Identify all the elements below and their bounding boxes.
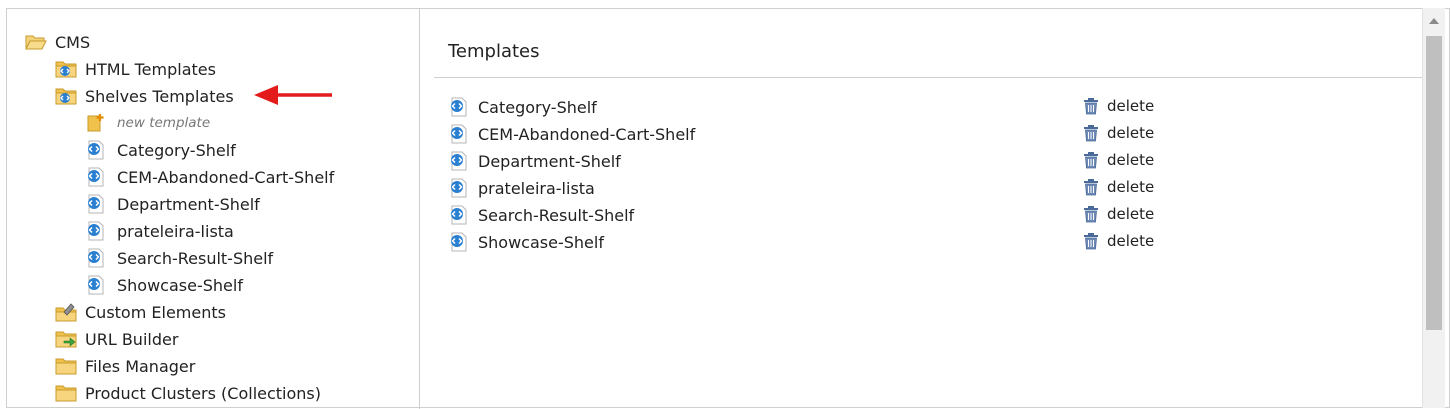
template-link[interactable]: Category-Shelf	[448, 97, 597, 117]
tree-label: Custom Elements	[85, 302, 226, 322]
template-file-icon	[85, 167, 107, 187]
template-link[interactable]: Search-Result-Shelf	[448, 205, 634, 225]
cms-tree-panel: CMS HTML Templates Shelves Templates new…	[7, 9, 420, 409]
new-template-icon	[85, 113, 107, 133]
template-file-icon	[448, 151, 470, 171]
tree-label-cms: CMS	[55, 32, 91, 52]
tree-node-custom-elements[interactable]: Custom Elements	[55, 301, 226, 323]
folder-icon	[55, 356, 77, 376]
template-row: Showcase-Shelf delete	[448, 232, 1208, 254]
delete-button[interactable]: delete	[1082, 205, 1154, 223]
delete-label: delete	[1107, 97, 1155, 115]
template-file-icon	[85, 194, 107, 214]
trash-icon	[1082, 205, 1100, 223]
tree-node-product-clusters[interactable]: Product Clusters (Collections)	[55, 382, 321, 404]
template-row: Search-Result-Shelf delete	[448, 205, 1208, 227]
tree-label-shelves-templates: Shelves Templates	[85, 86, 234, 106]
tree-node-html-templates[interactable]: HTML Templates	[55, 58, 216, 80]
tree-label-html-templates: HTML Templates	[85, 59, 216, 79]
delete-button[interactable]: delete	[1082, 124, 1154, 142]
template-link[interactable]: prateleira-lista	[448, 178, 595, 198]
template-link[interactable]: Department-Shelf	[448, 151, 621, 171]
tree-label: Files Manager	[85, 356, 196, 376]
trash-icon	[1082, 151, 1100, 169]
template-name: Category-Shelf	[478, 97, 597, 117]
tree-node-category-shelf[interactable]: Category-Shelf	[85, 139, 236, 161]
vertical-scrollbar[interactable]	[1422, 8, 1445, 408]
url-builder-folder-icon	[55, 329, 77, 349]
tree-label: prateleira-lista	[117, 221, 234, 241]
tree-label: URL Builder	[85, 329, 179, 349]
open-folder-icon	[25, 32, 47, 52]
tree-node-search-result-shelf[interactable]: Search-Result-Shelf	[85, 247, 273, 269]
tree-label-new-template: new template	[117, 115, 211, 131]
title-divider	[434, 77, 1424, 78]
delete-label: delete	[1107, 205, 1155, 223]
templates-panel: Templates Category-Shelf delete CEM-Aban…	[420, 9, 1424, 409]
template-name: Search-Result-Shelf	[478, 205, 635, 225]
template-name: Showcase-Shelf	[478, 232, 604, 252]
template-row: prateleira-lista delete	[448, 178, 1208, 200]
delete-label: delete	[1107, 124, 1155, 142]
custom-elements-folder-icon	[55, 302, 77, 322]
delete-label: delete	[1107, 151, 1155, 169]
red-arrow-annotation-icon	[254, 85, 332, 105]
template-link[interactable]: CEM-Abandoned-Cart-Shelf	[448, 124, 695, 144]
template-file-icon	[448, 178, 470, 198]
tree-label: Product Clusters (Collections)	[85, 383, 322, 403]
tree-node-url-builder[interactable]: URL Builder	[55, 328, 178, 350]
template-name: Department-Shelf	[478, 151, 621, 171]
page-title: Templates	[448, 41, 540, 62]
tree-node-new-template[interactable]: new template	[85, 112, 210, 134]
template-file-icon	[85, 248, 107, 268]
template-file-icon	[85, 140, 107, 160]
tree-label: Department-Shelf	[117, 194, 260, 214]
tree-node-shelves-templates[interactable]: Shelves Templates	[55, 85, 234, 107]
trash-icon	[1082, 178, 1100, 196]
trash-icon	[1082, 124, 1100, 142]
tree-label: CEM-Abandoned-Cart-Shelf	[117, 167, 335, 187]
tree-label: Search-Result-Shelf	[117, 248, 274, 268]
cms-window: CMS HTML Templates Shelves Templates new…	[6, 8, 1450, 409]
template-file-icon	[448, 97, 470, 117]
template-file-icon	[448, 205, 470, 225]
delete-button[interactable]: delete	[1082, 97, 1154, 115]
template-file-icon	[85, 221, 107, 241]
folder-icon	[55, 383, 77, 403]
template-row: CEM-Abandoned-Cart-Shelf delete	[448, 124, 1208, 146]
template-name: prateleira-lista	[478, 178, 595, 198]
tree-node-cms[interactable]: CMS	[25, 31, 90, 53]
template-row: Category-Shelf delete	[448, 97, 1208, 119]
delete-button[interactable]: delete	[1082, 151, 1154, 169]
templates-folder-icon	[55, 86, 77, 106]
delete-button[interactable]: delete	[1082, 232, 1154, 250]
trash-icon	[1082, 232, 1100, 250]
tree-node-prateleira-lista[interactable]: prateleira-lista	[85, 220, 234, 242]
template-file-icon	[85, 275, 107, 295]
tree-node-cem-abandoned-cart-shelf[interactable]: CEM-Abandoned-Cart-Shelf	[85, 166, 334, 188]
trash-icon	[1082, 97, 1100, 115]
template-file-icon	[448, 232, 470, 252]
tree-label: Showcase-Shelf	[117, 275, 243, 295]
tree-label: Category-Shelf	[117, 140, 236, 160]
delete-label: delete	[1107, 178, 1155, 196]
tree-node-department-shelf[interactable]: Department-Shelf	[85, 193, 260, 215]
template-file-icon	[448, 124, 470, 144]
delete-button[interactable]: delete	[1082, 178, 1154, 196]
scroll-up-arrow-icon[interactable]	[1429, 18, 1439, 24]
scrollbar-thumb[interactable]	[1426, 36, 1442, 330]
tree-node-showcase-shelf[interactable]: Showcase-Shelf	[85, 274, 243, 296]
template-name: CEM-Abandoned-Cart-Shelf	[478, 124, 696, 144]
delete-label: delete	[1107, 232, 1155, 250]
template-link[interactable]: Showcase-Shelf	[448, 232, 604, 252]
templates-folder-icon	[55, 59, 77, 79]
template-row: Department-Shelf delete	[448, 151, 1208, 173]
tree-node-files-manager[interactable]: Files Manager	[55, 355, 195, 377]
